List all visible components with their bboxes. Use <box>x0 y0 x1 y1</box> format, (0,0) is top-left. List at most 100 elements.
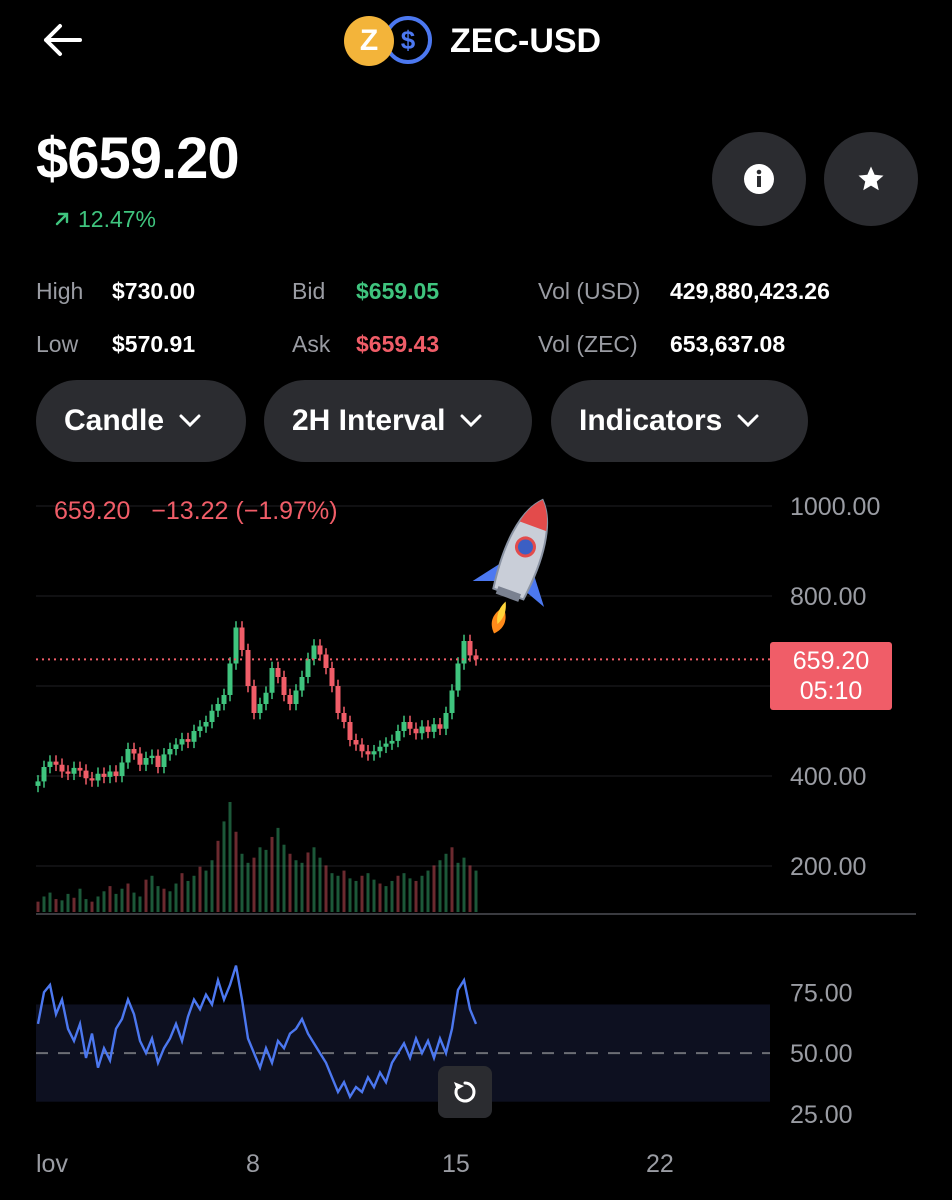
candle-body <box>167 749 173 755</box>
candle-body <box>203 722 209 727</box>
chart-type-label: Candle <box>64 404 165 437</box>
volume-bar <box>174 883 178 912</box>
star-icon <box>858 166 884 191</box>
vol-usd-label: Vol (USD) <box>538 278 641 304</box>
volume-bar <box>144 879 148 912</box>
price-axis-label: 800.00 <box>790 583 866 611</box>
favorite-button[interactable] <box>824 132 918 226</box>
candle-body <box>467 641 473 656</box>
candle-body <box>215 704 221 711</box>
volume-bar <box>36 901 40 912</box>
reset-chart-button[interactable] <box>438 1066 492 1118</box>
candle-body <box>101 773 107 777</box>
volume-bar <box>348 878 352 912</box>
candle-body <box>365 751 371 755</box>
volume-bar <box>276 827 280 912</box>
indicators-dropdown[interactable]: Indicators <box>551 380 808 462</box>
candle-body <box>431 724 437 732</box>
interval-label: 2H Interval <box>292 404 446 437</box>
candle-body <box>59 764 65 772</box>
volume-bar <box>438 860 442 912</box>
candle-body <box>323 654 329 668</box>
candle-body <box>125 749 131 763</box>
candle-body <box>305 659 311 677</box>
volume-bar <box>270 836 274 912</box>
high-value: $730.00 <box>112 278 196 304</box>
volume-bar <box>372 879 376 912</box>
chevron-down-icon <box>737 414 759 428</box>
candle-body <box>329 668 335 686</box>
candle-body <box>77 767 83 771</box>
bid-label: Bid <box>292 278 326 304</box>
candle-body <box>65 771 71 774</box>
candle-body <box>209 710 215 722</box>
volume-bar <box>186 880 190 912</box>
indicators-label: Indicators <box>579 404 723 437</box>
volume-bar <box>342 870 346 912</box>
volume-bar <box>210 860 214 912</box>
high-label: High <box>36 278 84 304</box>
candle-body <box>425 726 431 732</box>
vol-usd-value: 429,880,423.26 <box>670 278 830 304</box>
volume-bar <box>324 865 328 912</box>
back-button[interactable] <box>38 18 86 62</box>
candle-body <box>185 739 191 742</box>
volume-bar <box>294 860 298 912</box>
candle-body <box>95 773 101 781</box>
volume-bar <box>102 891 106 912</box>
price-axis-label: 1000.00 <box>790 493 880 521</box>
volume-bar <box>168 891 172 912</box>
candle-body <box>311 645 317 659</box>
volume-bar <box>228 802 232 912</box>
interval-dropdown[interactable]: 2H Interval <box>264 380 532 462</box>
volume-bar <box>468 865 472 912</box>
chart-type-dropdown[interactable]: Candle <box>36 380 246 462</box>
candle-body <box>191 731 197 742</box>
date-axis-label: 8 <box>246 1150 260 1178</box>
price-axis-label: 200.00 <box>790 853 866 881</box>
quote-coin-glyph: $ <box>400 24 416 55</box>
base-coin-glyph: Z <box>359 24 379 57</box>
candle-body <box>245 650 251 686</box>
candle-body <box>347 722 353 740</box>
candle-body <box>173 744 179 749</box>
volume-bar <box>222 821 226 912</box>
candle-body <box>419 726 425 734</box>
info-button[interactable] <box>712 132 806 226</box>
volume-bar <box>264 849 268 912</box>
volume-bar <box>456 862 460 912</box>
volume-bar <box>252 857 256 912</box>
vol-zec-value: 653,637.08 <box>670 331 786 357</box>
candle-body <box>257 704 263 713</box>
volume-bar <box>180 873 184 912</box>
candle-body <box>371 751 377 755</box>
volume-bar <box>258 847 262 912</box>
volume-bar <box>282 844 286 912</box>
candle-body <box>443 713 449 729</box>
chevron-down-icon <box>460 414 482 428</box>
volume-bar <box>240 853 244 912</box>
volume-bar <box>48 892 52 912</box>
candle-body <box>131 749 137 754</box>
ask-value: $659.43 <box>356 331 440 357</box>
candle-body <box>227 663 233 695</box>
candle-body <box>35 781 41 786</box>
volume-bar <box>42 896 46 912</box>
date-axis-label: 22 <box>646 1150 674 1178</box>
ask-label: Ask <box>292 331 331 357</box>
volume-bar <box>150 875 154 912</box>
candle-body <box>299 677 305 691</box>
candle-body <box>413 728 419 734</box>
volume-bar <box>426 870 430 912</box>
volume-bar <box>162 888 166 912</box>
volume-bar <box>78 888 82 912</box>
candle-body <box>383 743 389 747</box>
volume-bar <box>444 853 448 912</box>
current-price: $659.20 <box>36 126 240 191</box>
candle-body <box>395 731 401 741</box>
volume-bar <box>132 892 136 912</box>
refresh-icon <box>454 1081 476 1103</box>
volume-bar <box>54 899 58 912</box>
vol-zec-label: Vol (ZEC) <box>538 331 638 357</box>
candle-body <box>449 690 455 713</box>
